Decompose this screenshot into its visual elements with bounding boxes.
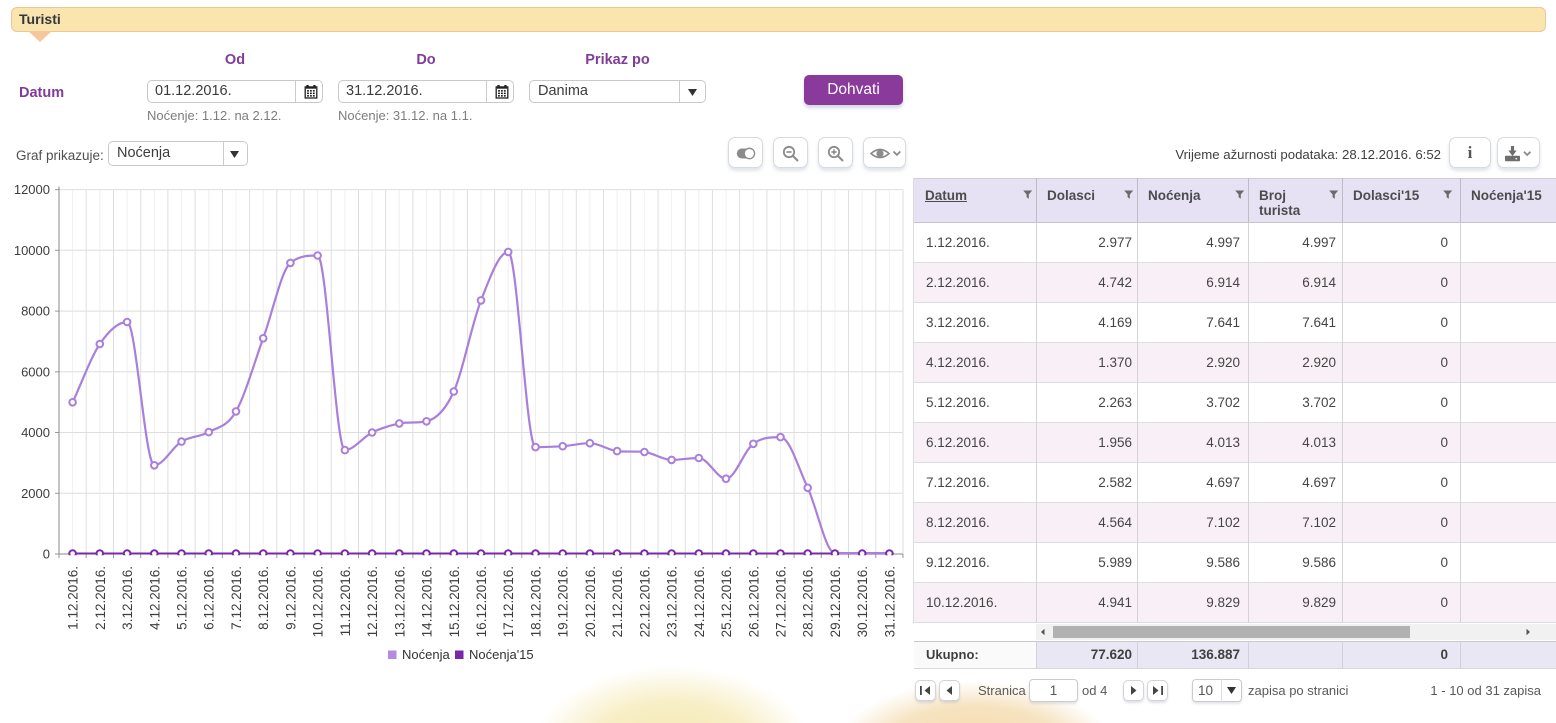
svg-text:24.12.2016.: 24.12.2016. [692, 566, 707, 637]
svg-text:5.12.2016.: 5.12.2016. [175, 566, 190, 630]
svg-text:28.12.2016.: 28.12.2016. [801, 566, 816, 637]
svg-text:6.12.2016.: 6.12.2016. [202, 566, 217, 630]
svg-text:17.12.2016.: 17.12.2016. [501, 566, 516, 637]
svg-text:2.12.2016.: 2.12.2016. [93, 566, 108, 630]
svg-text:19.12.2016.: 19.12.2016. [556, 566, 571, 637]
svg-text:21.12.2016.: 21.12.2016. [610, 566, 625, 637]
svg-text:18.12.2016.: 18.12.2016. [529, 566, 544, 637]
svg-text:12.12.2016.: 12.12.2016. [365, 566, 380, 637]
svg-text:3.12.2016.: 3.12.2016. [120, 566, 135, 630]
svg-text:31.12.2016.: 31.12.2016. [882, 566, 897, 637]
svg-text:13.12.2016.: 13.12.2016. [392, 566, 407, 637]
svg-text:26.12.2016.: 26.12.2016. [746, 566, 761, 637]
svg-text:23.12.2016.: 23.12.2016. [665, 566, 680, 637]
svg-text:8.12.2016.: 8.12.2016. [256, 566, 271, 630]
svg-text:25.12.2016.: 25.12.2016. [719, 566, 734, 637]
svg-text:6000: 6000 [21, 364, 50, 379]
svg-text:9.12.2016.: 9.12.2016. [283, 566, 298, 630]
svg-text:1.12.2016.: 1.12.2016. [66, 566, 81, 630]
svg-text:11.12.2016.: 11.12.2016. [338, 566, 353, 636]
svg-text:27.12.2016.: 27.12.2016. [774, 566, 789, 637]
svg-text:16.12.2016.: 16.12.2016. [474, 566, 489, 637]
svg-text:Noćenja: Noćenja [402, 647, 450, 662]
svg-text:12000: 12000 [14, 182, 50, 197]
svg-text:10000: 10000 [14, 243, 50, 258]
svg-text:30.12.2016.: 30.12.2016. [855, 566, 870, 637]
svg-text:8000: 8000 [21, 304, 50, 319]
svg-text:0: 0 [43, 547, 50, 562]
svg-text:7.12.2016.: 7.12.2016. [229, 566, 244, 630]
svg-text:Noćenja'15: Noćenja'15 [469, 647, 534, 662]
svg-text:4.12.2016.: 4.12.2016. [147, 566, 162, 630]
svg-text:10.12.2016.: 10.12.2016. [311, 566, 326, 637]
svg-text:15.12.2016.: 15.12.2016. [447, 566, 462, 637]
svg-text:20.12.2016.: 20.12.2016. [583, 566, 598, 637]
svg-text:14.12.2016.: 14.12.2016. [420, 566, 435, 637]
svg-text:29.12.2016.: 29.12.2016. [828, 566, 843, 637]
svg-text:2000: 2000 [21, 486, 50, 501]
svg-text:4000: 4000 [21, 425, 50, 440]
svg-text:22.12.2016.: 22.12.2016. [637, 566, 652, 637]
